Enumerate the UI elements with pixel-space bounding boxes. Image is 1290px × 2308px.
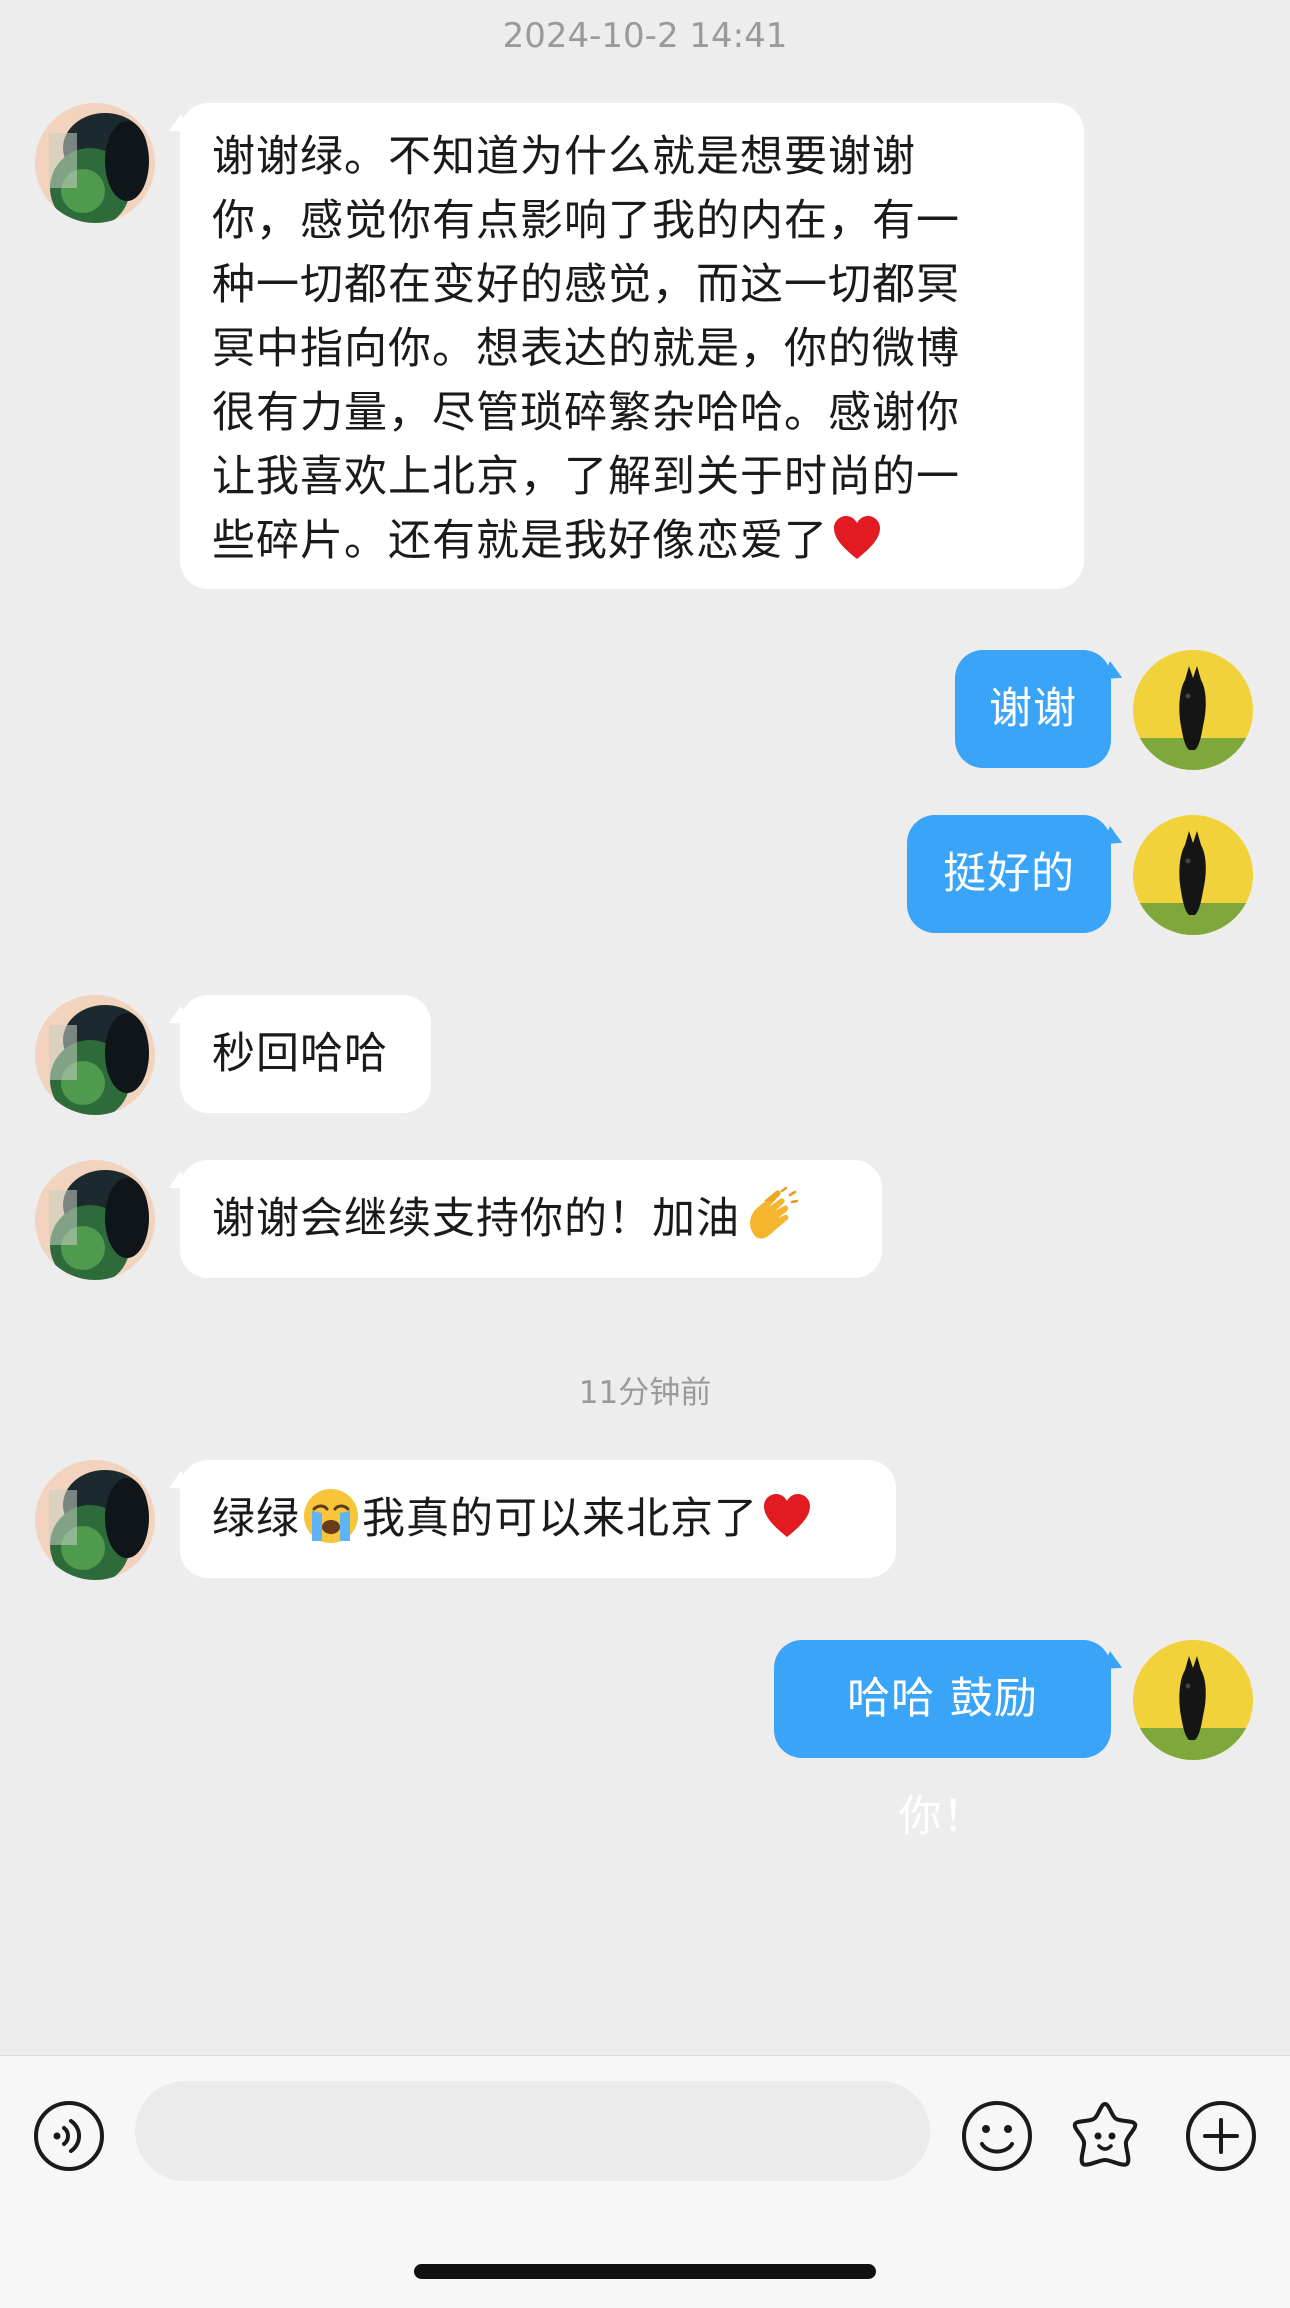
my-avatar[interactable] — [1133, 650, 1253, 770]
horse-avatar-image — [1133, 815, 1253, 935]
voice-icon — [34, 2101, 104, 2171]
voice-input-button[interactable] — [27, 2094, 111, 2178]
message-timestamp: 11分钟前 — [578, 1375, 712, 1411]
message-text: 我真的可以来北京了 — [362, 1494, 758, 1544]
message-line: 让我喜欢上北京，了解到关于时尚的一 — [212, 452, 960, 502]
clapping-hands-icon — [750, 1187, 799, 1239]
horse-avatar-image — [1133, 1640, 1253, 1760]
message-text: 哈哈 鼓励你！ — [847, 1674, 1038, 1842]
plus-icon — [1186, 2101, 1256, 2171]
message-text: 挺好的 — [943, 849, 1075, 899]
more-options-button[interactable] — [1179, 2094, 1263, 2178]
message-line: 谢谢绿。不知道为什么就是想要谢谢 — [212, 132, 916, 182]
message-line-text: 些碎片。还有就是我好像恋爱了 — [212, 516, 828, 566]
horse-avatar-image — [1133, 650, 1253, 770]
outgoing-message-bubble[interactable]: 谢谢 — [955, 650, 1111, 768]
incoming-message-bubble[interactable]: 谢谢会继续支持你的！加油 — [180, 1160, 882, 1278]
incoming-message-bubble[interactable]: 绿绿 我真的可以来北京了 — [180, 1460, 896, 1578]
message-line: 种一切都在变好的感觉，而这一切都冥 — [212, 260, 960, 310]
message-line: 很有力量，尽管琐碎繁杂哈哈。感谢你 — [212, 388, 960, 438]
contact-avatar[interactable] — [35, 995, 155, 1115]
red-heart-icon — [834, 516, 880, 559]
message-text: 谢谢会继续支持你的！加油 — [212, 1194, 740, 1244]
message-text: 秒回哈哈 — [212, 1029, 388, 1079]
contact-avatar[interactable] — [35, 1460, 155, 1580]
emoji-button[interactable] — [955, 2094, 1039, 2178]
message-text: 绿绿 — [212, 1494, 300, 1544]
loudly-crying-face-icon — [304, 1489, 358, 1543]
incoming-message-bubble[interactable]: 秒回哈哈 — [180, 995, 431, 1113]
contact-avatar-image — [35, 995, 155, 1115]
sticker-button[interactable] — [1063, 2094, 1147, 2178]
message-text: 谢谢 — [989, 684, 1077, 734]
emoji-face-icon — [962, 2101, 1032, 2171]
outgoing-message-bubble[interactable]: 挺好的 — [907, 815, 1111, 933]
my-avatar[interactable] — [1133, 1640, 1253, 1760]
message-line: 你，感觉你有点影响了我的内在，有一 — [212, 196, 960, 246]
message-line-last: 些碎片。还有就是我好像恋爱了 — [212, 509, 1052, 573]
sticker-star-icon — [1072, 2102, 1138, 2167]
message-line: 冥中指向你。想表达的就是，你的微博 — [212, 324, 960, 374]
home-indicator[interactable] — [414, 2264, 876, 2279]
contact-avatar-image — [35, 1160, 155, 1280]
outgoing-message-bubble[interactable]: 哈哈 鼓励你！ — [774, 1640, 1111, 1842]
contact-avatar[interactable] — [35, 103, 155, 223]
message-input[interactable] — [135, 2081, 930, 2181]
contact-avatar[interactable] — [35, 1160, 155, 1280]
chat-area[interactable]: 2024-10-2 14:41 谢谢绿。不知道为什么就是想要谢谢 你，感觉你有点… — [0, 0, 1290, 2055]
contact-avatar-image — [35, 103, 155, 223]
message-timestamp: 2024-10-2 14:41 — [502, 16, 788, 56]
red-heart-icon — [764, 1494, 810, 1537]
my-avatar[interactable] — [1133, 815, 1253, 935]
incoming-message-bubble[interactable]: 谢谢绿。不知道为什么就是想要谢谢 你，感觉你有点影响了我的内在，有一 种一切都在… — [180, 103, 1084, 589]
contact-avatar-image — [35, 1460, 155, 1580]
